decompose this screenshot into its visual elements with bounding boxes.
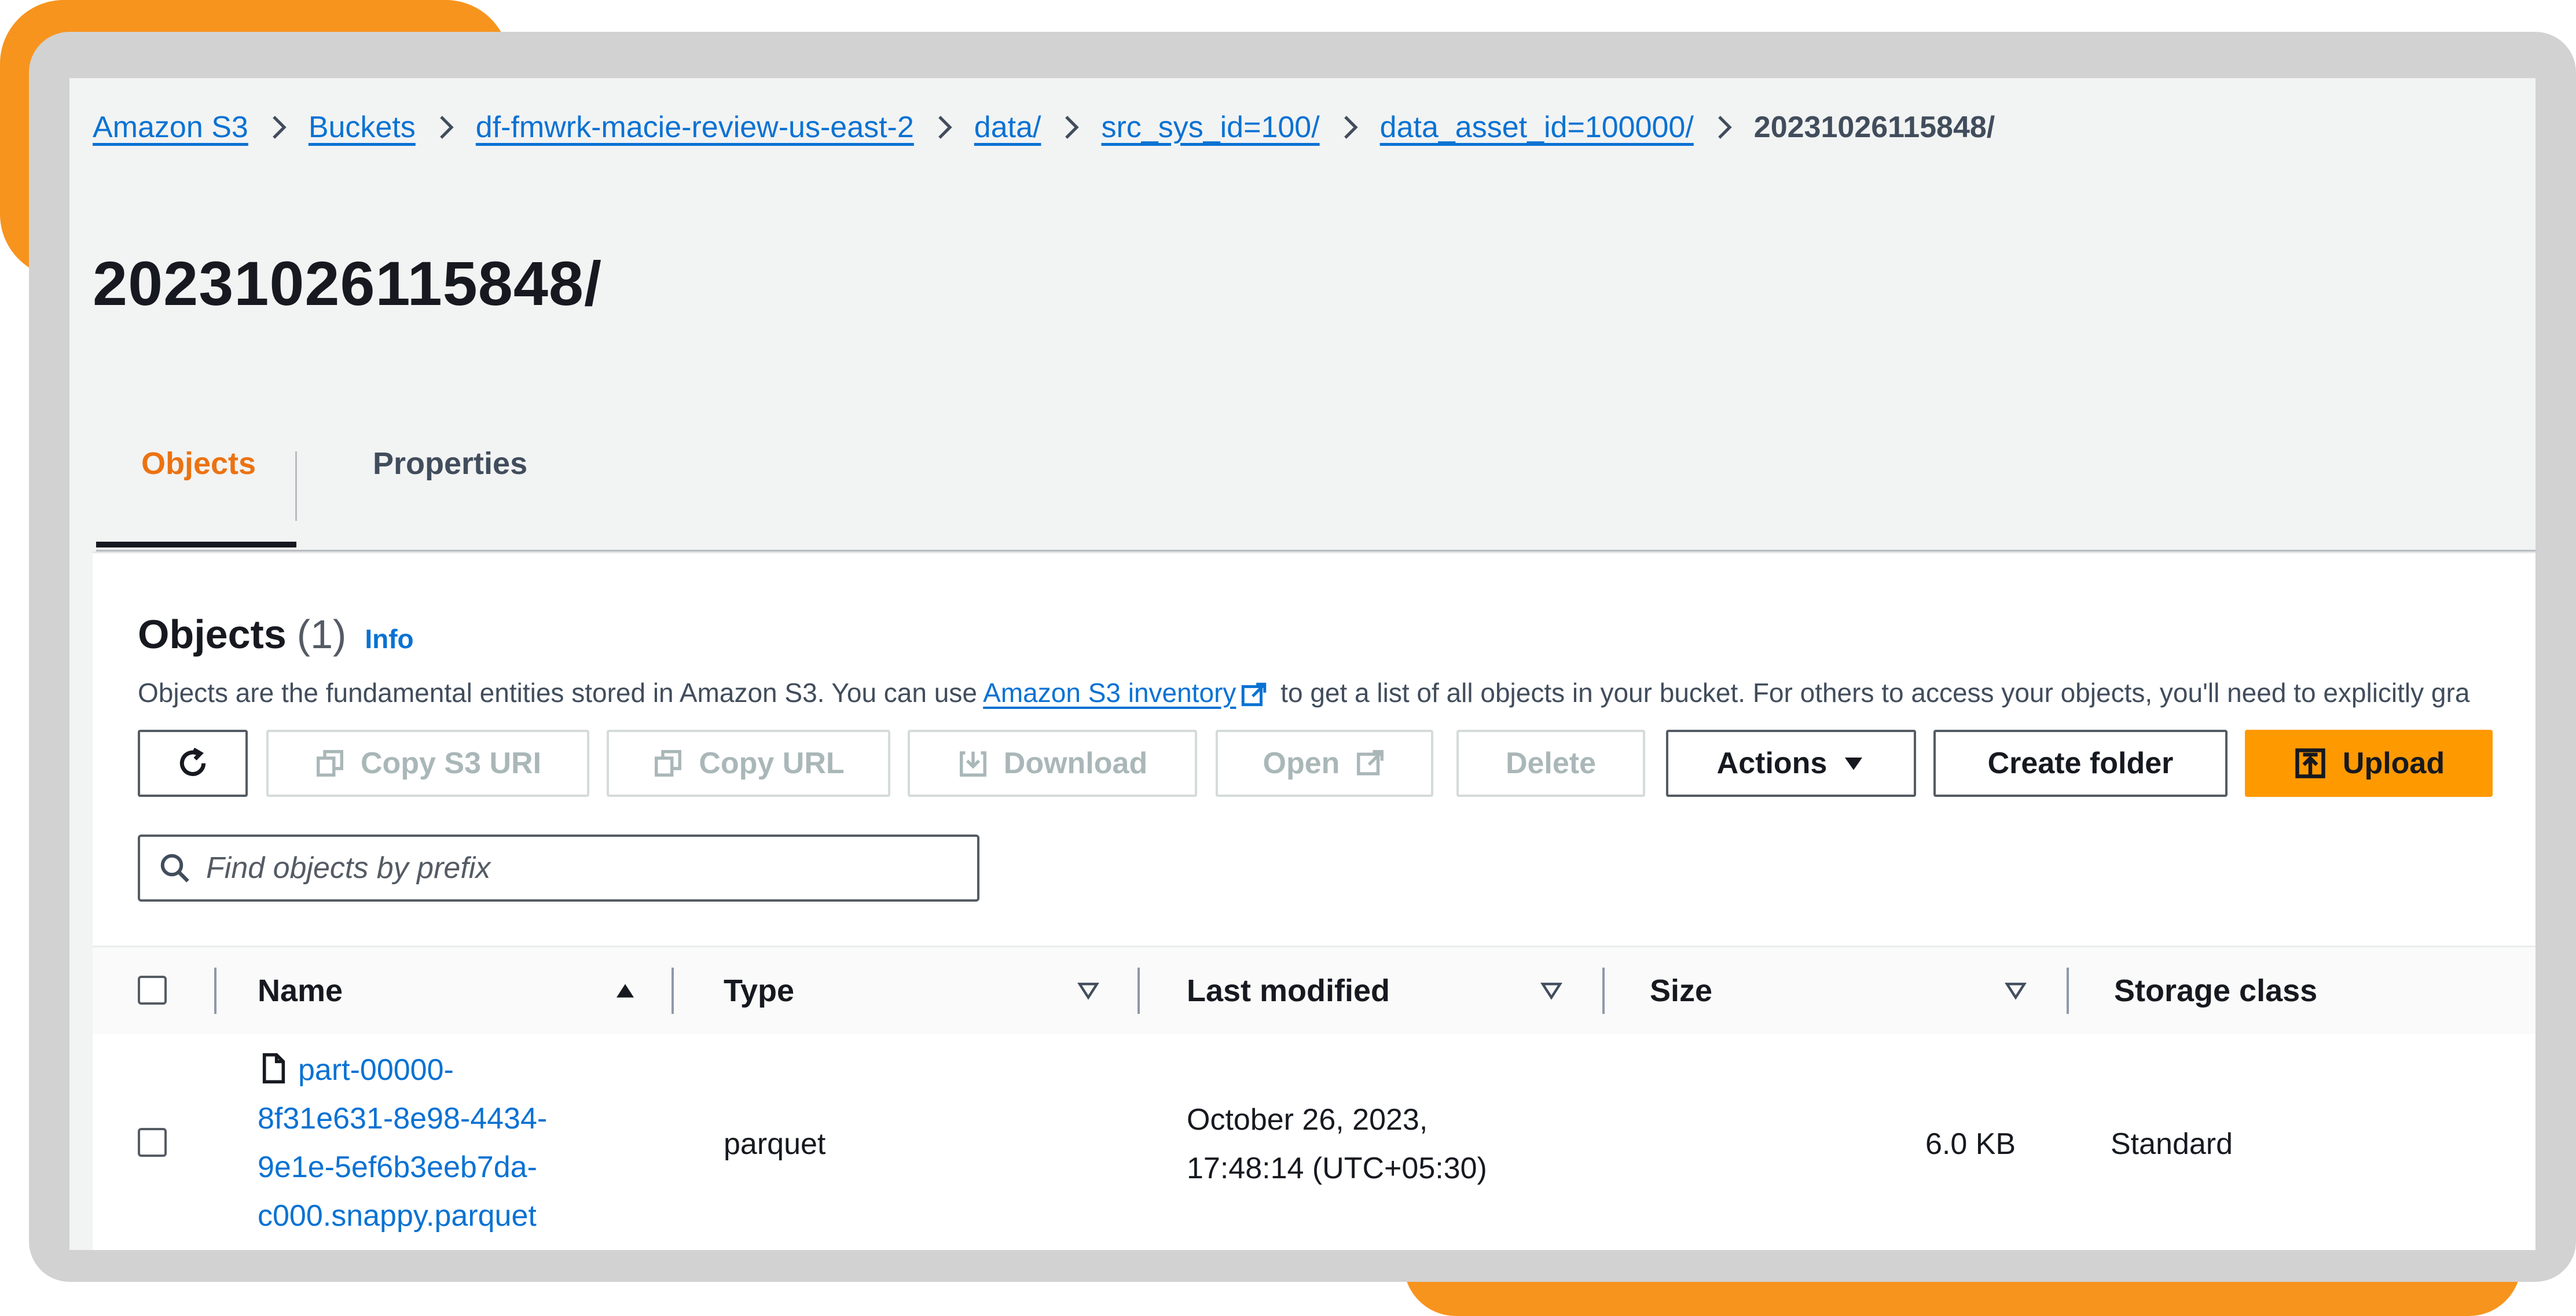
tab-objects[interactable]: Objects — [141, 446, 256, 481]
breadcrumb: Amazon S3 Buckets df-fmwrk-macie-review-… — [93, 107, 1995, 148]
download-label: Download — [1003, 747, 1148, 780]
tab-properties[interactable]: Properties — [373, 446, 527, 481]
tab-bar: Objects Properties — [96, 370, 2535, 552]
row-select-checkbox[interactable] — [138, 1128, 167, 1157]
sort-descending-icon[interactable] — [2004, 979, 2027, 1002]
object-name-link[interactable]: 9e1e-5ef6b3eeb7da- — [258, 1150, 537, 1184]
breadcrumb-src-sys-folder[interactable]: src_sys_id=100/ — [1101, 110, 1319, 145]
object-type-cell: parquet — [724, 1127, 826, 1161]
objects-panel-title: Objects — [138, 612, 287, 657]
open-label: Open — [1263, 747, 1340, 780]
copy-icon — [317, 750, 343, 777]
objects-panel-description: Objects are the fundamental entities sto… — [138, 677, 2469, 710]
last-modified-date: October 26, 2023, — [1187, 1103, 1428, 1137]
copy-s3-uri-label: Copy S3 URI — [360, 747, 542, 780]
column-header-size[interactable]: Size — [1650, 973, 1712, 1009]
objects-panel-header: Objects (1) Info — [138, 611, 414, 657]
table-row: part-00000- 8f31e631-8e98-4434- 9e1e-5ef… — [93, 1034, 2535, 1250]
open-button[interactable]: Open — [1216, 730, 1433, 797]
chevron-right-icon — [938, 116, 952, 139]
search-icon — [160, 854, 189, 883]
external-link-icon — [1357, 750, 1384, 775]
column-divider — [671, 968, 674, 1014]
sort-descending-icon[interactable] — [1077, 979, 1100, 1002]
copy-url-label: Copy URL — [699, 747, 845, 780]
file-icon — [262, 1053, 285, 1084]
breadcrumb-data-asset-folder[interactable]: data_asset_id=100000/ — [1380, 110, 1694, 145]
upload-icon — [2295, 748, 2325, 778]
copy-url-button[interactable]: Copy URL — [607, 730, 890, 797]
breadcrumb-buckets[interactable]: Buckets — [309, 110, 416, 145]
s3-console-screen: Amazon S3 Buckets df-fmwrk-macie-review-… — [69, 78, 2535, 1250]
column-header-last-modified[interactable]: Last modified — [1187, 973, 1390, 1009]
breadcrumb-current: 20231026115848/ — [1753, 111, 1995, 144]
chevron-right-icon — [1718, 116, 1732, 139]
breadcrumb-amazon-s3[interactable]: Amazon S3 — [93, 110, 248, 145]
refresh-icon — [179, 747, 206, 776]
create-folder-button[interactable]: Create folder — [1933, 730, 2228, 797]
search-input[interactable] — [205, 850, 960, 886]
chevron-right-icon — [439, 116, 454, 139]
s3-inventory-link[interactable]: Amazon S3 inventory — [983, 678, 1236, 708]
objects-panel: Objects (1) Info Objects are the fundame… — [93, 552, 2535, 1250]
page-title: 20231026115848/ — [93, 248, 602, 319]
external-link-icon[interactable] — [1239, 681, 1268, 710]
column-divider — [214, 968, 216, 1014]
info-link[interactable]: Info — [365, 623, 413, 655]
download-icon — [959, 751, 986, 777]
select-all-checkbox[interactable] — [138, 976, 167, 1005]
sort-descending-icon[interactable] — [1540, 979, 1563, 1002]
description-text-continued: to get a list of all objects in your buc… — [1273, 678, 2470, 708]
column-divider — [2067, 968, 2069, 1014]
upload-label: Upload — [2342, 747, 2445, 780]
chevron-right-icon — [272, 116, 287, 139]
actions-dropdown-button[interactable]: Actions — [1666, 730, 1916, 797]
object-name-cell: part-00000- 8f31e631-8e98-4434- 9e1e-5ef… — [258, 1046, 547, 1240]
create-folder-label: Create folder — [1987, 747, 2174, 780]
table-header: Name Type Last modified Size Storage cla… — [93, 946, 2535, 1036]
object-name-link[interactable]: part-00000- — [298, 1053, 454, 1087]
column-divider — [1602, 968, 1605, 1014]
active-tab-indicator — [96, 542, 296, 547]
chevron-right-icon — [1065, 116, 1080, 139]
upload-button[interactable]: Upload — [2245, 730, 2493, 797]
objects-count: (1) — [296, 612, 347, 657]
object-name-line: part-00000- — [258, 1046, 547, 1094]
breadcrumb-bucket-name[interactable]: df-fmwrk-macie-review-us-east-2 — [476, 110, 914, 145]
column-divider — [1137, 968, 1140, 1014]
last-modified-time: 17:48:14 (UTC+05:30) — [1187, 1152, 1487, 1185]
delete-label: Delete — [1505, 747, 1597, 780]
delete-button[interactable]: Delete — [1456, 730, 1645, 797]
object-name-link[interactable]: c000.snappy.parquet — [258, 1199, 537, 1233]
description-text: Objects are the fundamental entities sto… — [138, 678, 984, 708]
storage-class-cell: Standard — [2111, 1127, 2233, 1161]
actions-label: Actions — [1716, 747, 1828, 780]
download-button[interactable]: Download — [908, 730, 1197, 797]
column-header-storage-class[interactable]: Storage class — [2114, 973, 2317, 1009]
copy-s3-uri-button[interactable]: Copy S3 URI — [266, 730, 589, 797]
breadcrumb-data-folder[interactable]: data/ — [974, 110, 1041, 145]
object-name-link[interactable]: 8f31e631-8e98-4434- — [258, 1102, 547, 1135]
sort-ascending-icon[interactable] — [614, 979, 637, 1002]
size-cell: 6.0 KB — [1925, 1127, 2016, 1161]
caret-down-icon — [1845, 758, 1863, 770]
last-modified-cell: October 26, 2023, 17:48:14 (UTC+05:30) — [1187, 1096, 1487, 1193]
copy-icon — [655, 750, 682, 777]
tab-divider — [295, 451, 297, 521]
search-field[interactable] — [138, 835, 979, 902]
chevron-right-icon — [1344, 116, 1358, 139]
column-header-name[interactable]: Name — [258, 973, 343, 1009]
refresh-button[interactable] — [138, 730, 248, 797]
column-header-type[interactable]: Type — [724, 973, 794, 1009]
